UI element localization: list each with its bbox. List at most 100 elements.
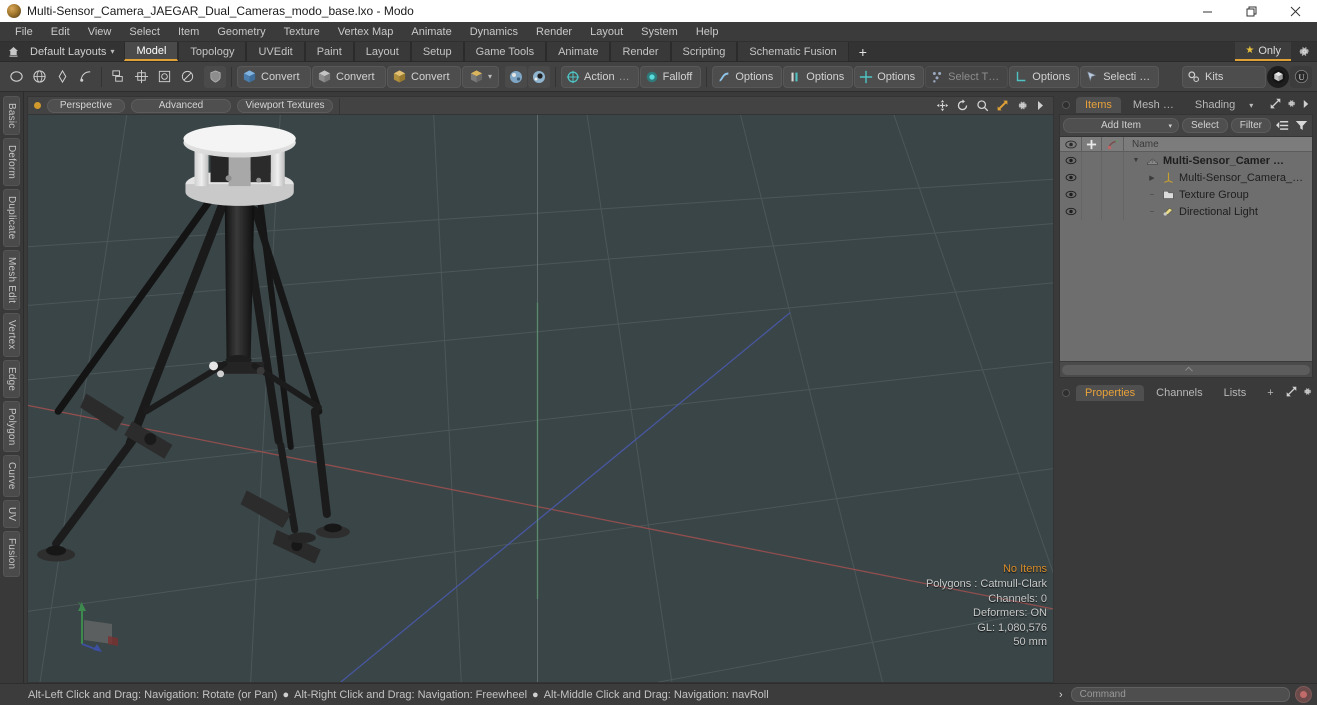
symmetry-sphere-icon[interactable] xyxy=(528,65,551,88)
sidebar-tab-duplicate[interactable]: Duplicate xyxy=(3,189,20,247)
select-button[interactable]: Select xyxy=(1181,118,1228,133)
tree-item-mesh[interactable]: ▶ Multi-Sensor_Camera_… xyxy=(1124,171,1303,184)
unreal-bridge-icon[interactable]: U xyxy=(1290,65,1312,88)
visibility-toggle[interactable] xyxy=(1060,169,1082,186)
convert-button-2[interactable]: Convert xyxy=(312,65,386,88)
pen-icon[interactable] xyxy=(51,66,73,88)
bevel-icon[interactable] xyxy=(176,66,198,88)
pan-icon[interactable] xyxy=(936,99,949,112)
table-row[interactable]: – Texture Group xyxy=(1060,186,1312,203)
add-cell[interactable] xyxy=(1082,186,1102,203)
add-item-button[interactable]: Add Item ▾ xyxy=(1063,118,1179,133)
curve-icon[interactable] xyxy=(74,66,96,88)
kits-dropdown[interactable]: Kits xyxy=(1182,65,1266,88)
expand-panel-icon[interactable] xyxy=(1286,386,1297,400)
tab-mesh[interactable]: Mesh … xyxy=(1124,97,1183,113)
viewport-textures-dropdown[interactable]: Viewport Textures xyxy=(237,98,333,113)
record-macro-icon[interactable] xyxy=(1295,686,1312,703)
tab-layout[interactable]: Layout xyxy=(353,42,411,61)
menu-dynamics[interactable]: Dynamics xyxy=(461,24,527,40)
tab-topology[interactable]: Topology xyxy=(178,42,247,61)
close-button[interactable] xyxy=(1273,0,1317,22)
menu-system[interactable]: System xyxy=(632,24,687,40)
properties-menu-dot[interactable] xyxy=(1062,389,1070,397)
zoom-icon[interactable] xyxy=(976,99,989,112)
home-icon[interactable] xyxy=(0,42,26,61)
add-column-header[interactable] xyxy=(1082,136,1102,152)
menu-help[interactable]: Help xyxy=(687,24,728,40)
sidebar-tab-basic[interactable]: Basic xyxy=(3,96,20,136)
menu-edit[interactable]: Edit xyxy=(42,24,79,40)
table-row[interactable]: – Directional Light xyxy=(1060,203,1312,220)
chevron-down-icon[interactable]: ▼ xyxy=(1130,157,1142,164)
tab-model[interactable]: Model xyxy=(124,42,179,61)
minimize-button[interactable] xyxy=(1185,0,1229,22)
viewport-active-dot[interactable] xyxy=(34,102,41,109)
expand-panel-icon[interactable] xyxy=(1270,98,1281,112)
funnel-icon[interactable] xyxy=(1293,118,1309,133)
options-button-2[interactable]: Options xyxy=(783,65,854,88)
tab-render[interactable]: Render xyxy=(610,42,671,61)
3d-viewport[interactable]: Y No Items Polygons : Catmull-Clark Chan… xyxy=(27,114,1054,683)
command-input[interactable]: Command xyxy=(1070,687,1290,702)
globe-icon[interactable] xyxy=(28,66,50,88)
tab-items[interactable]: Items xyxy=(1076,97,1121,113)
tab-animate[interactable]: Animate xyxy=(546,42,611,61)
tab-schematic-fusion[interactable]: Schematic Fusion xyxy=(737,42,849,61)
sidebar-tab-curve[interactable]: Curve xyxy=(3,455,20,498)
sidebar-tab-uv[interactable]: UV xyxy=(3,500,20,529)
selection-set-dropdown[interactable]: Selecti … xyxy=(1080,65,1160,88)
list-view-icon[interactable] xyxy=(1274,118,1290,133)
sidebar-tab-fusion[interactable]: Fusion xyxy=(3,531,20,577)
menu-vertex-map[interactable]: Vertex Map xyxy=(329,24,403,40)
tab-shading[interactable]: Shading xyxy=(1186,97,1244,113)
visibility-column-header[interactable] xyxy=(1060,136,1082,152)
tab-properties[interactable]: Properties xyxy=(1076,385,1145,401)
viewport-settings-icon[interactable] xyxy=(1016,99,1029,112)
tab-scripting[interactable]: Scripting xyxy=(670,42,738,61)
sidebar-tab-deform[interactable]: Deform xyxy=(3,138,20,187)
menu-select[interactable]: Select xyxy=(120,24,169,40)
menu-texture[interactable]: Texture xyxy=(275,24,329,40)
tree-item-directional-light[interactable]: – Directional Light xyxy=(1124,205,1258,218)
axis-gizmo[interactable]: Y xyxy=(68,598,124,654)
falloff-sphere-icon[interactable] xyxy=(505,65,528,88)
chevron-right-icon[interactable]: ▶ xyxy=(1146,174,1158,182)
scrollbar-thumb[interactable] xyxy=(1062,364,1310,375)
sidebar-tab-mesh-edit[interactable]: Mesh Edit xyxy=(3,249,20,311)
render-cell[interactable] xyxy=(1102,152,1124,169)
panel-gear-icon[interactable] xyxy=(1302,386,1313,400)
action-center-dropdown[interactable]: Action … xyxy=(561,65,639,88)
preset-browser-icon[interactable] xyxy=(1267,65,1289,88)
maximize-button[interactable] xyxy=(1229,0,1273,22)
render-column-header[interactable] xyxy=(1102,136,1124,152)
tab-game-tools[interactable]: Game Tools xyxy=(463,42,547,61)
fit-icon[interactable] xyxy=(996,99,1009,112)
filter-button[interactable]: Filter xyxy=(1230,118,1271,133)
panel-more-icon[interactable] xyxy=(1302,99,1310,112)
visibility-toggle[interactable] xyxy=(1060,203,1082,220)
view-mode-dropdown[interactable]: Perspective xyxy=(47,98,125,113)
chevron-down-icon[interactable]: ▾ xyxy=(1249,101,1253,110)
falloff-dropdown[interactable]: Falloff xyxy=(639,65,702,88)
default-layouts-dropdown[interactable]: Default Layouts ▾ xyxy=(26,42,124,61)
add-properties-tab-button[interactable]: + xyxy=(1258,385,1282,401)
gear-icon[interactable] xyxy=(1291,42,1317,61)
render-cell[interactable] xyxy=(1102,186,1124,203)
menu-view[interactable]: View xyxy=(79,24,121,40)
ellipse-icon[interactable] xyxy=(5,66,27,88)
menu-render[interactable]: Render xyxy=(527,24,581,40)
rotate-icon[interactable] xyxy=(956,99,969,112)
sidebar-tab-polygon[interactable]: Polygon xyxy=(3,400,20,453)
menu-item[interactable]: Item xyxy=(169,24,208,40)
table-row[interactable]: ▶ Multi-Sensor_Camera_… xyxy=(1060,169,1312,186)
add-cell[interactable] xyxy=(1082,152,1102,169)
sidebar-tab-vertex[interactable]: Vertex xyxy=(3,313,20,357)
viewport-more-icon[interactable] xyxy=(1036,100,1045,111)
mirror-icon[interactable] xyxy=(130,66,152,88)
render-cell[interactable] xyxy=(1102,203,1124,220)
add-cell[interactable] xyxy=(1082,203,1102,220)
panel-gear-icon[interactable] xyxy=(1286,98,1297,112)
menu-file[interactable]: File xyxy=(6,24,42,40)
visibility-toggle[interactable] xyxy=(1060,186,1082,203)
